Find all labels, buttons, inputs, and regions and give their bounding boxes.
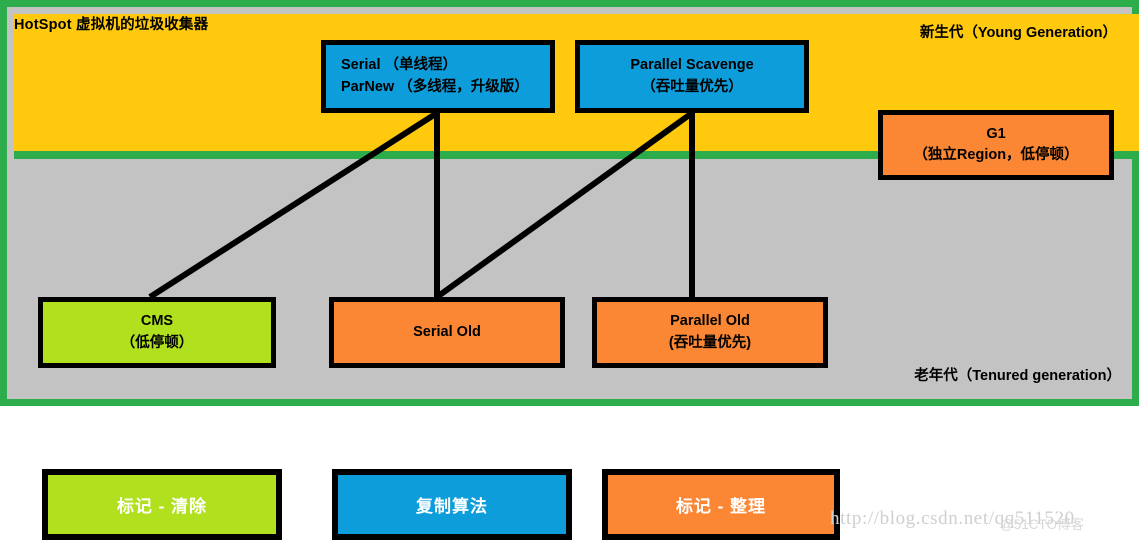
diagram-canvas: HotSpot 虚拟机的垃圾收集器 新生代（Young Generation） … — [0, 0, 1139, 548]
collector-label-parallel-old: Parallel Old — [670, 313, 750, 330]
collector-label-serial: Serial （单线程） — [341, 57, 458, 74]
collector-label-parallel-scavenge: Parallel Scavenge — [630, 57, 754, 74]
collector-sublabel-parallel-old: (吞吐量优先) — [668, 334, 752, 351]
collector-label-parnew: ParNew （多线程，升级版） — [341, 78, 529, 95]
legend-label-mark-compact: 标记 - 整理 — [675, 497, 767, 516]
collector-sublabel-parallel-scavenge: （吞吐量优先） — [641, 78, 743, 95]
collector-box-parallel-scavenge[interactable]: Parallel Scavenge （吞吐量优先） — [575, 40, 809, 113]
young-generation-label: 新生代（Young Generation） — [919, 25, 1117, 41]
page-title: HotSpot 虚拟机的垃圾收集器 — [14, 17, 209, 33]
legend-item-copying[interactable]: 复制算法 — [332, 469, 572, 540]
legend-item-mark-sweep[interactable]: 标记 - 清除 — [42, 469, 282, 540]
collector-sublabel-cms: （低停顿） — [120, 334, 194, 351]
collector-label-cms: CMS — [140, 313, 174, 330]
legend-label-copying: 复制算法 — [416, 497, 488, 516]
watermark-site: @51CTO博客 — [1000, 517, 1084, 532]
collector-label-g1: G1 — [986, 125, 1006, 142]
legend-label-mark-sweep: 标记 - 清除 — [116, 497, 208, 516]
collector-box-serial-parnew[interactable]: Serial （单线程） ParNew （多线程，升级版） — [321, 40, 555, 113]
collector-box-parallel-old[interactable]: Parallel Old (吞吐量优先) — [592, 297, 828, 368]
legend-item-mark-compact[interactable]: 标记 - 整理 — [602, 469, 840, 540]
collector-sublabel-g1: （独立Region，低停顿） — [913, 147, 1079, 163]
old-generation-label: 老年代（Tenured generation） — [914, 368, 1121, 384]
collector-box-serial-old[interactable]: Serial Old — [329, 297, 565, 368]
collector-label-serial-old: Serial Old — [413, 323, 481, 340]
collector-box-g1[interactable]: G1 （独立Region，低停顿） — [878, 110, 1114, 180]
collector-box-cms[interactable]: CMS （低停顿） — [38, 297, 276, 368]
